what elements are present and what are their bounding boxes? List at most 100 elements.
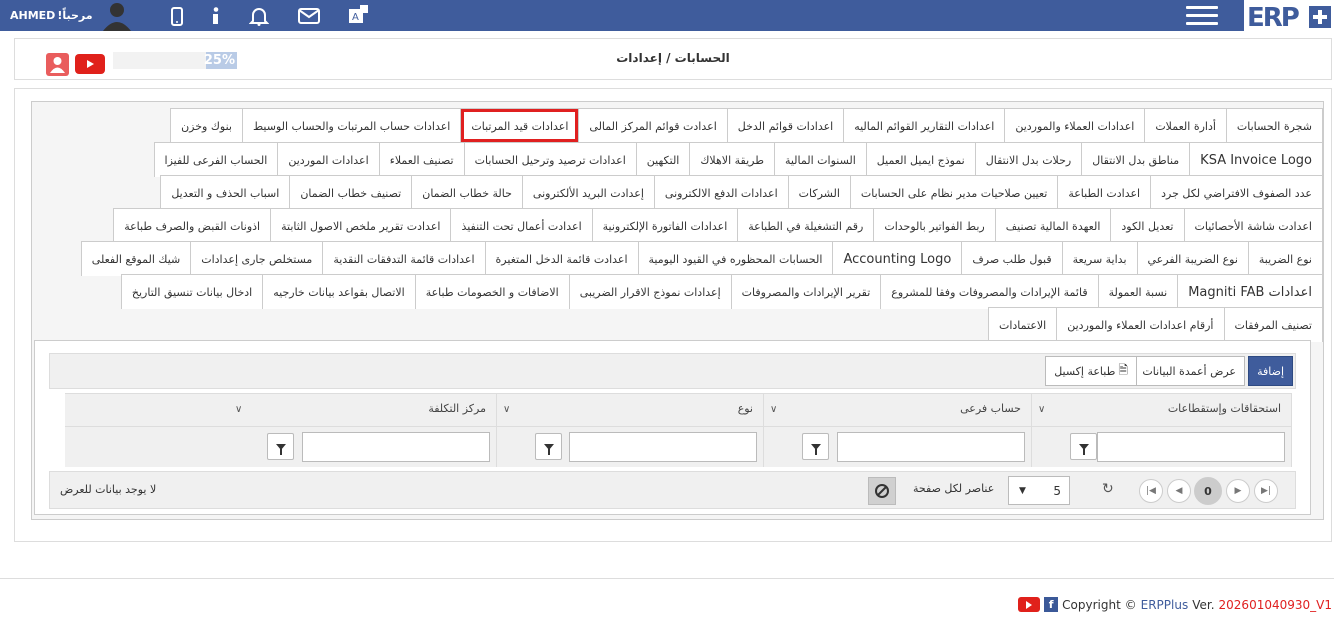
column-header[interactable]: استحقاقات وإستقطاعات ∨ xyxy=(1032,394,1292,427)
excel-print-button[interactable]: طباعة إكسيل 🗎 xyxy=(1045,356,1137,386)
settings-tab[interactable]: KSA Invoice Logo xyxy=(1189,142,1323,177)
settings-tab[interactable]: ربط الفواتير بالوحدات xyxy=(873,208,996,243)
settings-tab[interactable]: إعدادات نموذج الاقرار الضريبى xyxy=(568,274,732,309)
settings-tab[interactable]: اعدادات العملاء والموردين xyxy=(1004,108,1146,143)
settings-tab[interactable]: الاضافات و الخصومات طباعة xyxy=(414,274,570,309)
settings-tab[interactable]: إعدادت البريد الألكترونى xyxy=(521,175,655,210)
settings-tab[interactable]: تعديل الكود xyxy=(1110,208,1185,243)
chevron-down-icon[interactable]: ∨ xyxy=(770,404,777,415)
settings-tab[interactable]: السنوات المالية xyxy=(773,142,867,177)
filter-input[interactable] xyxy=(837,432,1025,462)
settings-tab[interactable]: مناطق بدل الانتقال xyxy=(1081,142,1191,177)
settings-tab[interactable]: رقم التشغيلة في الطباعة xyxy=(737,208,875,243)
facebook-icon[interactable]: f xyxy=(1044,597,1059,612)
settings-tab[interactable]: اعدادت تقرير ملخص الاصول الثابتة xyxy=(270,208,452,243)
settings-tab[interactable]: Accounting Logo xyxy=(832,241,963,276)
settings-tab[interactable]: مستخلص جارى إعدادات xyxy=(190,241,324,276)
filter-input[interactable] xyxy=(569,432,757,462)
settings-tab[interactable]: اعدادات الموردين xyxy=(277,142,380,177)
settings-tab[interactable]: تصنيف المرفقات xyxy=(1223,307,1323,342)
settings-tab[interactable]: طريقة الاهلاك xyxy=(689,142,775,177)
clear-filter-icon[interactable] xyxy=(868,477,896,505)
settings-tab[interactable]: اسباب الحذف و التعديل xyxy=(160,175,291,210)
settings-tab[interactable]: رحلات بدل الانتقال xyxy=(974,142,1083,177)
page-size-value: 5 xyxy=(1053,483,1061,498)
settings-tab[interactable]: نموذج ايميل العميل xyxy=(865,142,976,177)
settings-tab[interactable]: اعدادات التقارير القوائم الماليه xyxy=(843,108,1006,143)
filter-funnel-icon[interactable] xyxy=(802,433,829,460)
settings-tab[interactable]: الاعتمادات xyxy=(988,307,1058,342)
settings-tab[interactable]: تصنيف خطاب الضمان xyxy=(289,175,413,210)
settings-tab[interactable]: بنوك وخزن xyxy=(170,108,243,143)
settings-tab[interactable]: الحساب الفرعى للفيزا xyxy=(153,142,279,177)
current-page-button[interactable]: 0 xyxy=(1194,477,1222,505)
settings-tab[interactable]: اعدادت قائمة الدخل المتغيرة xyxy=(484,241,639,276)
settings-tab[interactable]: الاتصال بقواعد بيانات خارجيه xyxy=(262,274,416,309)
settings-tab[interactable]: اعدادات قيد المرتبات xyxy=(460,108,580,143)
settings-tab[interactable]: اعدادت أعمال تحت التنفيذ xyxy=(450,208,593,243)
filter-input[interactable] xyxy=(1097,432,1285,462)
settings-tab[interactable]: اعدادت الطباعة xyxy=(1057,175,1152,210)
user-greeting[interactable]: AHMED !مرحباً xyxy=(10,0,93,31)
settings-tab[interactable]: اعدادات الفاتورة الإلكترونية xyxy=(591,208,739,243)
prev-page-icon[interactable]: ◀ xyxy=(1167,479,1191,503)
refresh-icon[interactable]: ↻ xyxy=(1102,481,1114,497)
column-header[interactable]: مركز التكلفة ∨ xyxy=(229,394,497,427)
settings-tab[interactable]: عدد الصفوف الافتراضي لكل جرد xyxy=(1150,175,1323,210)
settings-tab[interactable]: اذونات القبض والصرف طباعة xyxy=(113,208,272,243)
settings-tab[interactable]: اعدادت شاشة الأحصائيات xyxy=(1183,208,1323,243)
settings-tab[interactable]: تصنيف العملاء xyxy=(378,142,465,177)
info-icon[interactable] xyxy=(205,5,227,27)
first-page-icon[interactable]: |◀ xyxy=(1139,479,1163,503)
page-size-select[interactable]: ▼ 5 xyxy=(1008,476,1070,505)
settings-tab[interactable]: اعدادت قوائم المركز المالى xyxy=(578,108,728,143)
brand-link[interactable]: ERPPlus xyxy=(1141,598,1189,612)
user-avatar-icon[interactable] xyxy=(100,0,134,31)
add-button[interactable]: إضافة xyxy=(1248,356,1293,386)
settings-tab[interactable]: أرقام اعدادات العملاء والموردين xyxy=(1056,307,1225,342)
columns-button[interactable]: عرض أعمدة البيانات xyxy=(1133,356,1245,386)
settings-tab[interactable]: اعدادات قائمة التدفقات النقدية xyxy=(322,241,486,276)
settings-tab[interactable]: أدارة العملات xyxy=(1144,108,1227,143)
settings-tab[interactable]: الحسابات المحظوره في القيود اليومية xyxy=(637,241,834,276)
column-header[interactable]: حساب فرعى ∨ xyxy=(764,394,1032,427)
mobile-icon[interactable] xyxy=(166,5,188,27)
settings-tab[interactable]: العهدة المالية تصنيف xyxy=(994,208,1112,243)
mail-icon[interactable] xyxy=(298,5,320,27)
settings-tab[interactable]: بداية سريعة xyxy=(1061,241,1138,276)
settings-tab[interactable]: نسبة العمولة xyxy=(1097,274,1179,309)
language-icon[interactable]: A xyxy=(347,5,369,27)
chevron-down-icon[interactable]: ∨ xyxy=(235,404,242,415)
menu-toggle-icon[interactable] xyxy=(1186,6,1218,26)
settings-tab[interactable]: تعيين صلاحيات مدير نظام على الحسابات xyxy=(849,175,1059,210)
youtube-icon[interactable] xyxy=(1018,597,1041,612)
filter-funnel-icon[interactable] xyxy=(267,433,294,460)
settings-tab[interactable]: قبول طلب صرف xyxy=(961,241,1063,276)
bell-icon[interactable] xyxy=(248,5,270,27)
settings-tab[interactable]: تقرير الإيرادات والمصروفات xyxy=(730,274,882,309)
next-page-icon[interactable]: ▶ xyxy=(1226,479,1250,503)
last-page-icon[interactable]: ▶| xyxy=(1254,479,1278,503)
settings-tab[interactable]: الشركات xyxy=(787,175,851,210)
settings-tab[interactable]: قائمة الإيرادات والمصروفات وفقا للمشروع xyxy=(880,274,1099,309)
filter-input[interactable] xyxy=(302,432,490,462)
column-title: استحقاقات وإستقطاعات xyxy=(1167,402,1281,415)
chevron-down-icon[interactable]: ∨ xyxy=(503,404,510,415)
settings-tab[interactable]: نوع الضريبة الفرعي xyxy=(1136,241,1249,276)
tab-row-2: KSA Invoice Logo مناطق بدل الانتقال رحلات … xyxy=(153,142,1323,177)
settings-tab[interactable]: نوع الضريبة xyxy=(1247,241,1323,276)
chevron-down-icon[interactable]: ∨ xyxy=(1038,404,1045,415)
settings-tab[interactable]: اعدادات قوائم الدخل xyxy=(726,108,845,143)
settings-tab[interactable]: شجرة الحسابات xyxy=(1225,108,1323,143)
settings-tab[interactable]: ادخال بيانات تنسيق التاريخ xyxy=(120,274,264,309)
settings-tab[interactable]: اعدادات الدفع الالكترونى xyxy=(653,175,789,210)
settings-tab[interactable]: اعدادات حساب المرتبات والحساب الوسيط xyxy=(241,108,462,143)
settings-tab[interactable]: شيك الموقع الفعلى xyxy=(80,241,192,276)
settings-tab[interactable]: التكهين xyxy=(635,142,691,177)
settings-tab[interactable]: حالة خطاب الضمان xyxy=(411,175,523,210)
filter-funnel-icon[interactable] xyxy=(1070,433,1097,460)
column-header[interactable]: نوع ∨ xyxy=(497,394,764,427)
settings-tab[interactable]: اعدادات ترصيد وترحيل الحسابات xyxy=(463,142,637,177)
settings-tab[interactable]: Magniti FAB اعدادات xyxy=(1177,274,1323,309)
filter-funnel-icon[interactable] xyxy=(535,433,562,460)
